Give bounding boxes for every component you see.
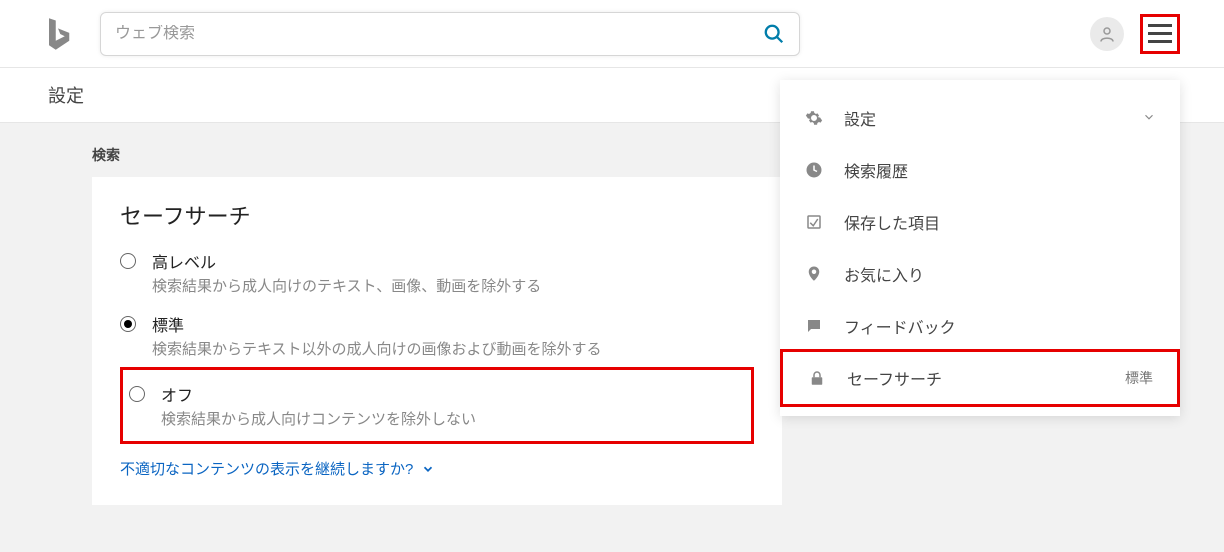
menu-item-label: 設定 xyxy=(844,106,876,130)
menu-item-lock[interactable]: セーフサーチ 標準 xyxy=(780,349,1180,407)
menu-item-label: セーフサーチ xyxy=(847,366,942,390)
menu-item-feedback[interactable]: フィードバック xyxy=(780,300,1180,352)
menu-item-label: 検索履歴 xyxy=(844,158,908,182)
heart-icon xyxy=(804,264,824,284)
bookmark-icon xyxy=(804,212,824,232)
radio-description: 検索結果からテキスト以外の成人向けの画像および動画を除外する xyxy=(152,338,754,359)
safesearch-card: セーフサーチ 高レベル検索結果から成人向けのテキスト、画像、動画を除外する標準検… xyxy=(92,177,782,505)
feedback-icon xyxy=(804,316,824,336)
search-input[interactable] xyxy=(115,25,763,43)
lock-icon xyxy=(807,368,827,388)
disclose-label: 不適切なコンテンツの表示を継続しますか? xyxy=(120,458,413,479)
menu-item-heart[interactable]: お気に入り xyxy=(780,248,1180,300)
user-icon xyxy=(1098,25,1116,43)
menu-item-label: フィードバック xyxy=(844,314,956,338)
menu-item-gear[interactable]: 設定 xyxy=(780,92,1180,144)
search-icon[interactable] xyxy=(763,23,785,45)
menu-item-value: 標準 xyxy=(1125,368,1153,388)
radio-button[interactable] xyxy=(129,386,145,402)
radio-button[interactable] xyxy=(120,316,136,332)
header xyxy=(0,0,1224,68)
history-icon xyxy=(804,160,824,180)
safesearch-heading: セーフサーチ xyxy=(120,199,754,231)
radio-label: 標準 xyxy=(152,312,754,336)
radio-description: 検索結果から成人向けコンテンツを除外しない xyxy=(161,408,745,429)
safesearch-option-0[interactable]: 高レベル検索結果から成人向けのテキスト、画像、動画を除外する xyxy=(120,241,754,304)
chevron-down-icon xyxy=(421,462,435,476)
user-avatar[interactable] xyxy=(1090,17,1124,51)
menu-item-label: 保存した項目 xyxy=(844,210,940,234)
safesearch-option-1[interactable]: 標準検索結果からテキスト以外の成人向けの画像および動画を除外する xyxy=(120,304,754,367)
search-box[interactable] xyxy=(100,12,800,56)
gear-icon xyxy=(804,108,824,128)
disclose-link[interactable]: 不適切なコンテンツの表示を継続しますか? xyxy=(120,458,435,479)
radio-description: 検索結果から成人向けのテキスト、画像、動画を除外する xyxy=(152,275,754,296)
chevron-down-icon xyxy=(1142,110,1156,127)
radio-button[interactable] xyxy=(120,253,136,269)
radio-label: 高レベル xyxy=(152,249,754,273)
safesearch-option-2[interactable]: オフ検索結果から成人向けコンテンツを除外しない xyxy=(129,374,745,437)
radio-label: オフ xyxy=(161,382,745,406)
menu-item-label: お気に入り xyxy=(844,262,924,286)
header-right xyxy=(1090,14,1180,54)
menu-item-history[interactable]: 検索履歴 xyxy=(780,144,1180,196)
section-title: 検索 xyxy=(92,145,782,165)
bing-logo[interactable] xyxy=(44,16,72,52)
hamburger-menu-button[interactable] xyxy=(1140,14,1180,54)
menu-item-bookmark[interactable]: 保存した項目 xyxy=(780,196,1180,248)
menu-panel: 設定検索履歴保存した項目お気に入りフィードバックセーフサーチ 標準 xyxy=(780,80,1180,416)
